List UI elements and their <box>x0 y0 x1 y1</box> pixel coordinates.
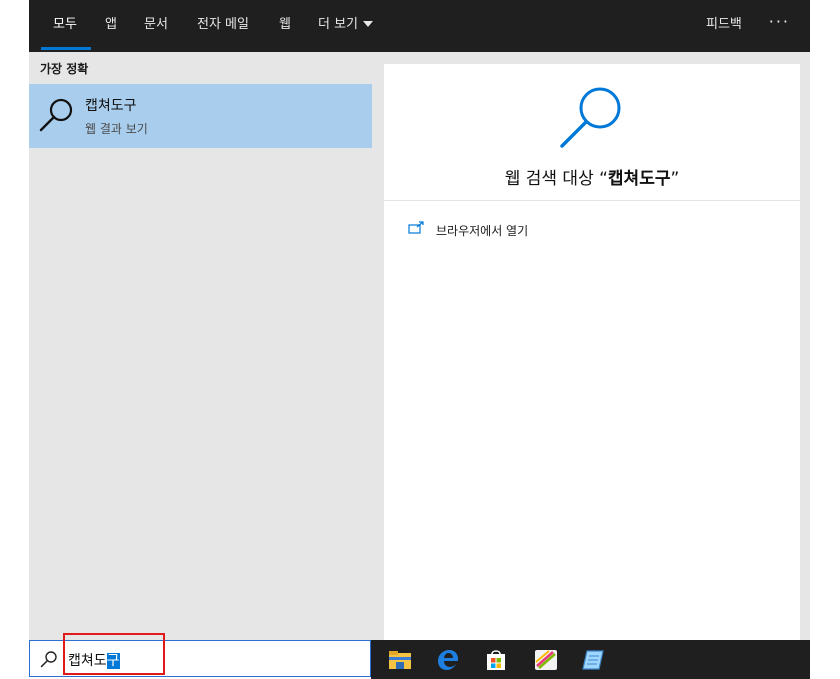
search-input-selection: 구 <box>106 653 120 669</box>
tab-more-label: 더 보기 <box>318 17 359 32</box>
best-match-subtitle: 웹 결과 보기 <box>85 122 148 136</box>
best-match-heading: 가장 정확 <box>40 62 89 76</box>
search-icon <box>40 651 57 668</box>
preview-card: 웹 검색 대상 “캡쳐도구” 브라우저에서 열기 <box>384 64 800 640</box>
tab-documents[interactable]: 문서 <box>144 16 168 36</box>
search-panel: 모두 앱 문서 전자 메일 웹 더 보기 피드백 ··· 가장 정확 캡쳐도구 … <box>29 0 810 640</box>
edge-icon[interactable] <box>435 647 461 673</box>
open-external-icon <box>408 221 424 234</box>
tab-all[interactable]: 모두 <box>53 16 77 36</box>
notepad-app-icon[interactable] <box>581 647 607 673</box>
search-box[interactable]: 캡쳐도구 <box>29 640 371 677</box>
search-input-text: 캡쳐도 <box>68 653 107 669</box>
best-match-item[interactable]: 캡쳐도구 웹 결과 보기 <box>29 84 372 148</box>
chevron-down-icon <box>363 20 374 27</box>
feedback-link[interactable]: 피드백 <box>706 16 742 36</box>
web-search-icon <box>560 87 621 148</box>
active-tab-indicator <box>41 47 91 50</box>
tab-web[interactable]: 웹 <box>279 16 291 36</box>
preview-title-suffix: ” <box>670 169 680 189</box>
open-in-browser-label: 브라우저에서 열기 <box>436 224 529 238</box>
tab-more[interactable]: 더 보기 <box>318 16 374 36</box>
store-icon[interactable] <box>483 647 509 673</box>
search-icon <box>39 98 73 132</box>
ellipsis-icon[interactable]: ··· <box>769 12 790 31</box>
preview-divider <box>384 200 800 201</box>
taskbar <box>371 640 810 679</box>
preview-query: 캡쳐도구 <box>607 169 671 189</box>
top-navigation: 모두 앱 문서 전자 메일 웹 더 보기 피드백 ··· <box>29 0 810 52</box>
best-match-title: 캡쳐도구 <box>85 98 137 114</box>
preview-title: 웹 검색 대상 “캡쳐도구” <box>384 164 800 189</box>
paint-app-icon[interactable] <box>533 647 559 673</box>
tab-apps[interactable]: 앱 <box>105 16 117 36</box>
file-explorer-icon[interactable] <box>387 647 413 673</box>
preview-title-prefix: 웹 검색 대상 “ <box>504 169 608 189</box>
search-input[interactable]: 캡쳐도구 <box>68 650 120 670</box>
tab-email[interactable]: 전자 메일 <box>197 16 249 36</box>
